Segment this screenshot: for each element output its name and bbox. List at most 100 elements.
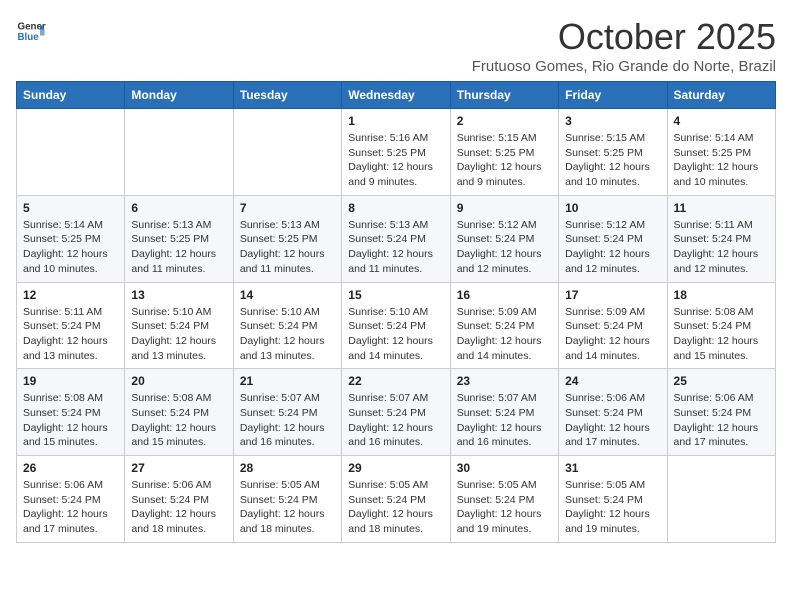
- day-info: Sunrise: 5:10 AMSunset: 5:24 PMDaylight:…: [348, 305, 443, 364]
- table-row: 31Sunrise: 5:05 AMSunset: 5:24 PMDayligh…: [559, 456, 667, 543]
- table-row: 13 Sunrise: 5:10 AMSunset: 5:24 PMDayligh…: [125, 282, 233, 369]
- calendar-week-row: 5 Sunrise: 5:14 AMSunset: 5:25 PMDaylight…: [17, 195, 776, 282]
- table-row: 22 Sunrise: 5:07 AMSunset: 5:24 PMDayligh…: [342, 369, 450, 456]
- day-info: Sunrise: 5:06 AMSunset: 5:24 PMDaylight:…: [23, 478, 118, 537]
- day-info: Sunrise: 5:08 AMSunset: 5:24 PMDaylight:…: [674, 305, 769, 364]
- day-number: 7: [240, 201, 335, 215]
- day-info: Sunrise: 5:11 AMSunset: 5:24 PMDaylight:…: [23, 305, 118, 364]
- table-row: 19 Sunrise: 5:08 AMSunset: 5:24 PMDayligh…: [17, 369, 125, 456]
- table-row: 23Sunrise: 5:07 AMSunset: 5:24 PMDayligh…: [450, 369, 558, 456]
- logo-icon: General Blue: [16, 16, 46, 46]
- day-number: 5: [23, 201, 118, 215]
- table-row: [233, 109, 341, 196]
- table-row: 24 Sunrise: 5:06 AMSunset: 5:24 PMDayligh…: [559, 369, 667, 456]
- day-info: Sunrise: 5:09 AMSunset: 5:24 PMDaylight:…: [457, 305, 552, 364]
- day-number: 13: [131, 288, 226, 302]
- table-row: 20 Sunrise: 5:08 AMSunset: 5:24 PMDayligh…: [125, 369, 233, 456]
- table-row: 1 Sunrise: 5:16 AMSunset: 5:25 PMDaylight…: [342, 109, 450, 196]
- table-row: 26 Sunrise: 5:06 AMSunset: 5:24 PMDayligh…: [17, 456, 125, 543]
- table-row: 27 Sunrise: 5:06 AMSunset: 5:24 PMDayligh…: [125, 456, 233, 543]
- calendar-table: Sunday Monday Tuesday Wednesday Thursday…: [16, 81, 776, 543]
- day-info: Sunrise: 5:14 AMSunset: 5:25 PMDaylight:…: [23, 218, 118, 277]
- table-row: [125, 109, 233, 196]
- day-info: Sunrise: 5:10 AMSunset: 5:24 PMDaylight:…: [240, 305, 335, 364]
- day-number: 9: [457, 201, 552, 215]
- day-info: Sunrise: 5:07 AMSunset: 5:24 PMDaylight:…: [240, 391, 335, 450]
- col-monday: Monday: [125, 82, 233, 109]
- title-block: October 2025 Frutuoso Gomes, Rio Grande …: [472, 16, 776, 75]
- day-number: 31: [565, 461, 660, 475]
- day-info: Sunrise: 5:15 AMSunset: 5:25 PMDaylight:…: [457, 131, 552, 190]
- day-number: 16: [457, 288, 552, 302]
- day-number: 4: [674, 114, 769, 128]
- logo: General Blue: [16, 16, 46, 46]
- table-row: 7Sunrise: 5:13 AMSunset: 5:25 PMDaylight…: [233, 195, 341, 282]
- table-row: 29 Sunrise: 5:05 AMSunset: 5:24 PMDayligh…: [342, 456, 450, 543]
- day-info: Sunrise: 5:11 AMSunset: 5:24 PMDaylight:…: [674, 218, 769, 277]
- table-row: 6Sunrise: 5:13 AMSunset: 5:25 PMDaylight…: [125, 195, 233, 282]
- table-row: 9Sunrise: 5:12 AMSunset: 5:24 PMDaylight…: [450, 195, 558, 282]
- table-row: 15 Sunrise: 5:10 AMSunset: 5:24 PMDayligh…: [342, 282, 450, 369]
- day-number: 14: [240, 288, 335, 302]
- col-tuesday: Tuesday: [233, 82, 341, 109]
- day-number: 27: [131, 461, 226, 475]
- day-info: Sunrise: 5:15 AMSunset: 5:25 PMDaylight:…: [565, 131, 660, 190]
- day-number: 24: [565, 374, 660, 388]
- day-info: Sunrise: 5:05 AMSunset: 5:24 PMDaylight:…: [457, 478, 552, 537]
- table-row: 12 Sunrise: 5:11 AMSunset: 5:24 PMDayligh…: [17, 282, 125, 369]
- day-info: Sunrise: 5:07 AMSunset: 5:24 PMDaylight:…: [348, 391, 443, 450]
- day-info: Sunrise: 5:06 AMSunset: 5:24 PMDaylight:…: [131, 478, 226, 537]
- table-row: 17 Sunrise: 5:09 AMSunset: 5:24 PMDayligh…: [559, 282, 667, 369]
- calendar-week-row: 12 Sunrise: 5:11 AMSunset: 5:24 PMDayligh…: [17, 282, 776, 369]
- day-number: 11: [674, 201, 769, 215]
- svg-text:Blue: Blue: [18, 32, 40, 43]
- table-row: 8Sunrise: 5:13 AMSunset: 5:24 PMDaylight…: [342, 195, 450, 282]
- table-row: 28Sunrise: 5:05 AMSunset: 5:24 PMDayligh…: [233, 456, 341, 543]
- day-info: Sunrise: 5:10 AMSunset: 5:24 PMDaylight:…: [131, 305, 226, 364]
- day-number: 30: [457, 461, 552, 475]
- day-number: 29: [348, 461, 443, 475]
- day-info: Sunrise: 5:05 AMSunset: 5:24 PMDaylight:…: [348, 478, 443, 537]
- day-number: 23: [457, 374, 552, 388]
- day-info: Sunrise: 5:16 AMSunset: 5:25 PMDaylight:…: [348, 131, 443, 190]
- table-row: 3Sunrise: 5:15 AMSunset: 5:25 PMDaylight…: [559, 109, 667, 196]
- col-wednesday: Wednesday: [342, 82, 450, 109]
- month-title: October 2025: [472, 16, 776, 58]
- day-number: 26: [23, 461, 118, 475]
- day-info: Sunrise: 5:08 AMSunset: 5:24 PMDaylight:…: [131, 391, 226, 450]
- day-info: Sunrise: 5:06 AMSunset: 5:24 PMDaylight:…: [565, 391, 660, 450]
- day-number: 12: [23, 288, 118, 302]
- day-info: Sunrise: 5:09 AMSunset: 5:24 PMDaylight:…: [565, 305, 660, 364]
- col-saturday: Saturday: [667, 82, 775, 109]
- day-number: 22: [348, 374, 443, 388]
- col-friday: Friday: [559, 82, 667, 109]
- table-row: 18 Sunrise: 5:08 AMSunset: 5:24 PMDayligh…: [667, 282, 775, 369]
- day-number: 25: [674, 374, 769, 388]
- table-row: [667, 456, 775, 543]
- day-number: 19: [23, 374, 118, 388]
- day-number: 20: [131, 374, 226, 388]
- header: General Blue October 2025 Frutuoso Gomes…: [16, 16, 776, 75]
- col-thursday: Thursday: [450, 82, 558, 109]
- day-number: 6: [131, 201, 226, 215]
- location-subtitle: Frutuoso Gomes, Rio Grande do Norte, Bra…: [472, 58, 776, 75]
- table-row: 25 Sunrise: 5:06 AMSunset: 5:24 PMDayligh…: [667, 369, 775, 456]
- day-number: 15: [348, 288, 443, 302]
- day-number: 8: [348, 201, 443, 215]
- table-row: 14 Sunrise: 5:10 AMSunset: 5:24 PMDayligh…: [233, 282, 341, 369]
- day-number: 10: [565, 201, 660, 215]
- day-info: Sunrise: 5:14 AMSunset: 5:25 PMDaylight:…: [674, 131, 769, 190]
- day-number: 1: [348, 114, 443, 128]
- table-row: 30 Sunrise: 5:05 AMSunset: 5:24 PMDayligh…: [450, 456, 558, 543]
- table-row: [17, 109, 125, 196]
- day-info: Sunrise: 5:08 AMSunset: 5:24 PMDaylight:…: [23, 391, 118, 450]
- table-row: 4 Sunrise: 5:14 AMSunset: 5:25 PMDaylight…: [667, 109, 775, 196]
- day-info: Sunrise: 5:06 AMSunset: 5:24 PMDaylight:…: [674, 391, 769, 450]
- table-row: 2 Sunrise: 5:15 AMSunset: 5:25 PMDaylight…: [450, 109, 558, 196]
- day-number: 21: [240, 374, 335, 388]
- day-number: 17: [565, 288, 660, 302]
- day-number: 18: [674, 288, 769, 302]
- table-row: 5 Sunrise: 5:14 AMSunset: 5:25 PMDaylight…: [17, 195, 125, 282]
- day-number: 2: [457, 114, 552, 128]
- calendar-week-row: 19 Sunrise: 5:08 AMSunset: 5:24 PMDayligh…: [17, 369, 776, 456]
